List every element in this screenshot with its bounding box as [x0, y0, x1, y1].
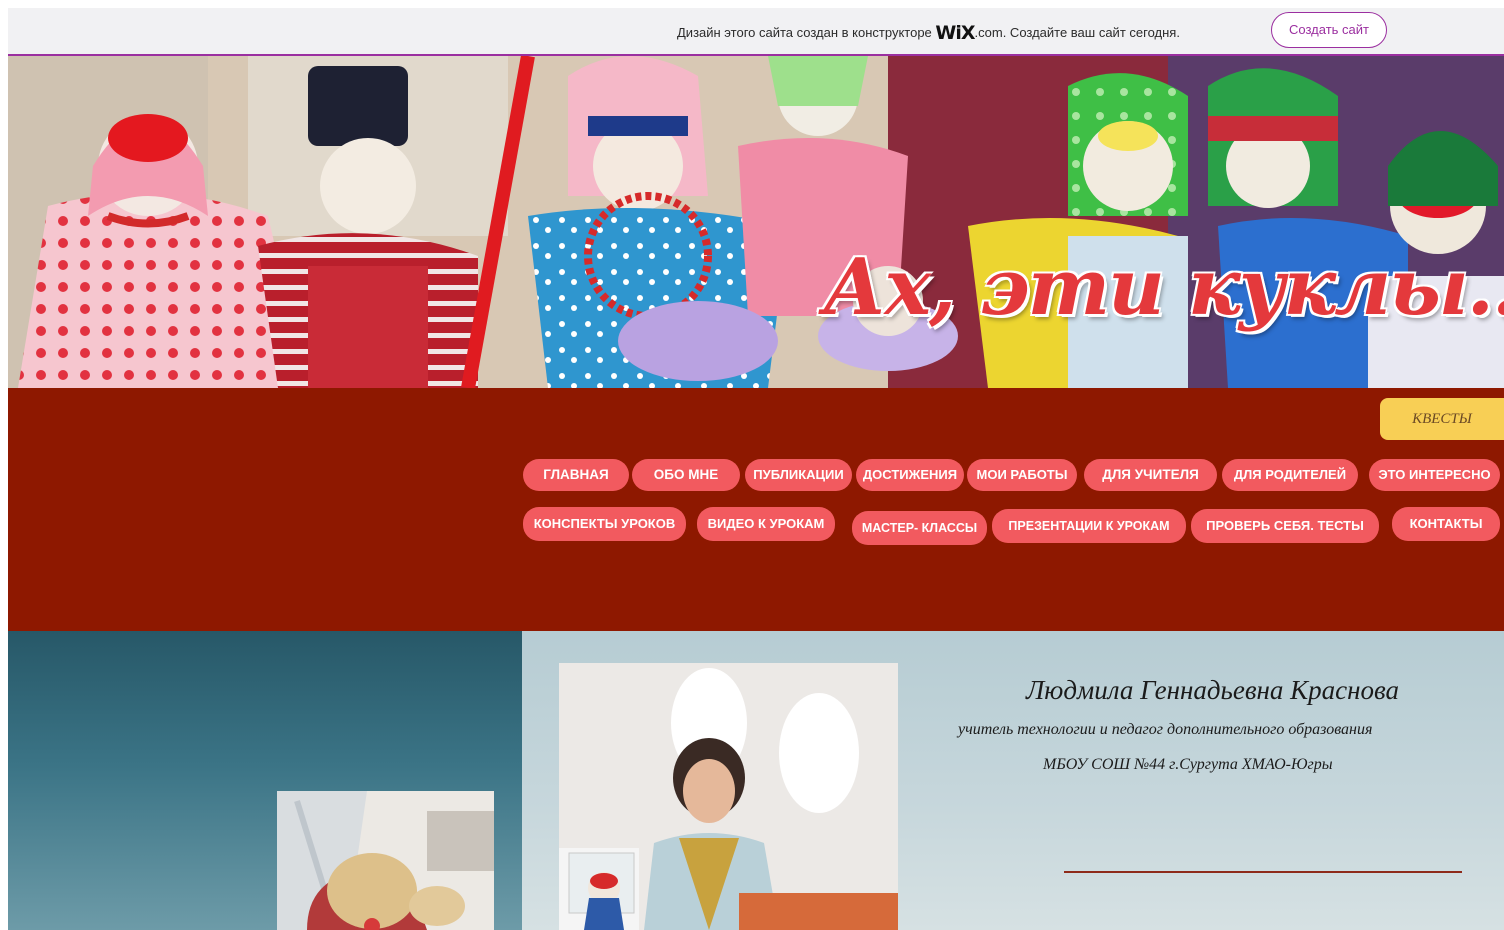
create-site-button[interactable]: Создать сайт	[1271, 12, 1387, 48]
nav-master-classes[interactable]: МАСТЕР- КЛАССЫ	[852, 511, 987, 545]
nav-achievements[interactable]: ДОСТИЖЕНИЯ	[856, 459, 964, 491]
doll-photo-illustration	[277, 791, 494, 930]
nav-quests-button[interactable]: КВЕСТЫ	[1380, 398, 1504, 440]
teacher-photo-illustration	[559, 663, 898, 930]
nav-presentations[interactable]: ПРЕЗЕНТАЦИИ К УРОКАМ	[992, 509, 1186, 543]
teacher-school: МБОУ СОШ №44 г.Сургута ХМАО-Югры	[1043, 756, 1333, 773]
nav-my-works[interactable]: МОИ РАБОТЫ	[967, 459, 1077, 491]
header-banner-image: Ах, эти куклы...	[8, 56, 1504, 388]
nav-interesting[interactable]: ЭТО ИНТЕРЕСНО	[1369, 459, 1500, 491]
nav-for-teacher[interactable]: ДЛЯ УЧИТЕЛЯ	[1084, 459, 1217, 491]
nav-contacts[interactable]: КОНТАКТЫ	[1392, 507, 1500, 541]
teacher-photo	[559, 663, 898, 930]
nav-about[interactable]: ОБО МНЕ	[632, 459, 740, 491]
dolls-photo-illustration	[8, 56, 1504, 388]
wix-promo-text-before: Дизайн этого сайта создан в конструкторе	[677, 25, 932, 40]
nav-home[interactable]: ГЛАВНАЯ	[523, 459, 629, 491]
doll-photo	[277, 791, 494, 930]
nav-lesson-videos[interactable]: ВИДЕО К УРОКАМ	[697, 507, 835, 541]
wix-promo-banner: Дизайн этого сайта создан в конструкторе…	[8, 8, 1504, 56]
wix-promo-text: Дизайн этого сайта создан в конструкторе…	[677, 22, 1180, 44]
wix-promo-text-after: .com. Создайте ваш сайт сегодня.	[974, 25, 1180, 40]
wix-logo: WiX	[935, 22, 975, 44]
teacher-name: Людмила Геннадьевна Краснова	[1026, 675, 1400, 705]
nav-self-tests[interactable]: ПРОВЕРЬ СЕБЯ. ТЕСТЫ	[1191, 509, 1379, 543]
nav-lesson-notes[interactable]: КОНСПЕКТЫ УРОКОВ	[523, 507, 686, 541]
site-title: Ах, эти куклы...	[823, 242, 1504, 333]
nav-publications[interactable]: ПУБЛИКАЦИИ	[745, 459, 852, 491]
nav-for-parents[interactable]: ДЛЯ РОДИТЕЛЕЙ	[1222, 459, 1358, 491]
section-divider	[1064, 871, 1462, 873]
teacher-role: учитель технологии и педагог дополнитель…	[958, 721, 1373, 738]
